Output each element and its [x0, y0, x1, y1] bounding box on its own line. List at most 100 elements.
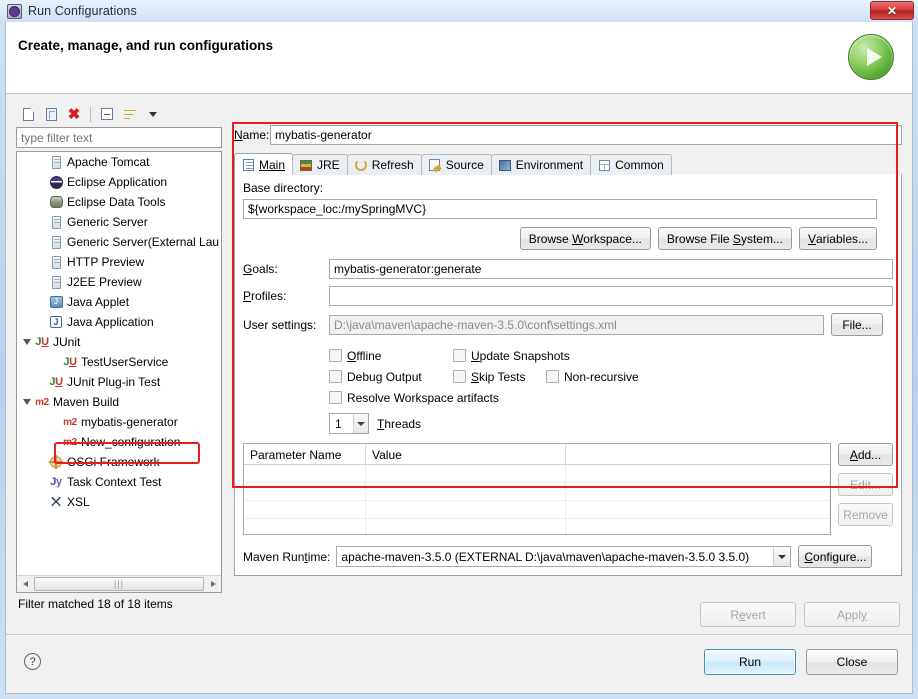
variables-button[interactable]: Variables... — [798, 227, 877, 250]
help-icon[interactable]: ? — [24, 653, 41, 670]
delete-configuration-icon[interactable]: ✖ — [64, 104, 84, 124]
non-recursive-checkbox[interactable] — [546, 370, 559, 383]
tree-item-label: HTTP Preview — [67, 255, 145, 269]
new-configuration-icon[interactable] — [18, 104, 38, 124]
browse-file-system-button[interactable]: Browse File System... — [657, 227, 792, 250]
tree-toolbar: ✖ — [16, 102, 228, 126]
table-row[interactable] — [244, 483, 830, 501]
junit-icon: JU — [63, 356, 77, 368]
revert-apply-group: Re vert Appl y — [700, 602, 900, 627]
refresh-tab-icon — [354, 159, 368, 172]
junit-plugin-icon: JU — [49, 376, 63, 388]
server-icon — [47, 155, 65, 169]
tree-item-label: Generic Server — [67, 215, 148, 229]
source-tab-icon — [428, 159, 442, 172]
column-header-parameter-name[interactable]: Parameter Name — [244, 444, 366, 465]
checkbox-row-2: Debug Output Skip Tests Non-recursive — [329, 366, 893, 387]
parameters-table-body — [244, 465, 830, 534]
tree-item-apache-tomcat[interactable]: Apache Tomcat — [17, 152, 221, 172]
run-button[interactable]: Run — [704, 649, 796, 675]
configure-button[interactable]: Configure... — [798, 545, 873, 568]
resolve-workspace-artifacts-checkbox[interactable] — [329, 391, 342, 404]
tab-common[interactable]: Common — [590, 154, 672, 175]
tree-item-junit[interactable]: JU JUnit — [17, 332, 221, 352]
threads-spinner[interactable]: 1 — [329, 413, 369, 434]
table-row[interactable] — [244, 465, 830, 483]
tree-item-label: Eclipse Data Tools — [67, 195, 166, 209]
tree-item-generic-server[interactable]: Generic Server — [17, 212, 221, 232]
threads-dropdown-icon[interactable] — [353, 414, 368, 433]
configurations-tree[interactable]: Apache Tomcat Eclipse Application Eclipse … — [16, 151, 222, 593]
tree-item-label: Java Applet — [67, 295, 130, 309]
user-settings-label: User settings: — [243, 317, 317, 332]
tree-item-http-preview[interactable]: HTTP Preview — [17, 252, 221, 272]
add-parameter-button[interactable]: Add... — [838, 443, 893, 466]
filter-icon[interactable] — [120, 104, 140, 124]
tree-item-maven-build[interactable]: m2 Maven Build — [17, 392, 221, 412]
base-directory-input[interactable]: ${workspace_loc:/mySpringMVC} — [243, 199, 877, 219]
tab-environment[interactable]: Environment — [490, 154, 592, 175]
tree-item-eclipse-data-tools[interactable]: Eclipse Data Tools — [17, 192, 221, 212]
tree-item-j2ee-preview[interactable]: J2EE Preview — [17, 272, 221, 292]
goals-input[interactable]: mybatis-generator:generate — [329, 259, 893, 279]
dialog-client-area: Create, manage, and run configurations ✖… — [5, 22, 913, 694]
skip-tests-checkbox[interactable] — [453, 370, 466, 383]
maven-runtime-combobox[interactable]: apache-maven-3.5.0 (EXTERNAL D:\java\mav… — [336, 546, 792, 567]
skip-tests-label: Skip Tests — [471, 369, 526, 384]
tab-jre[interactable]: JRE — [292, 154, 348, 175]
chevron-down-icon[interactable] — [773, 547, 791, 566]
name-input[interactable] — [270, 125, 902, 145]
m2-icon: m2 — [63, 436, 77, 448]
tree-item-label: Apache Tomcat — [67, 155, 150, 169]
profiles-input[interactable] — [329, 286, 893, 306]
scroll-right-icon[interactable] — [205, 577, 221, 592]
close-window-button[interactable]: ✕ — [870, 1, 914, 20]
table-row[interactable] — [244, 501, 830, 519]
scroll-left-icon[interactable] — [17, 577, 33, 592]
parameters-table[interactable]: Parameter Name Value — [243, 443, 831, 535]
tab-label: Refresh — [371, 158, 414, 172]
update-snapshots-checkbox[interactable] — [453, 349, 466, 362]
collapse-all-icon[interactable] — [97, 104, 117, 124]
user-settings-file-button[interactable]: File... — [831, 313, 883, 336]
tree-item-task-context-test[interactable]: Jy Task Context Test — [17, 472, 221, 492]
tree-item-osgi-framework[interactable]: OSGi Framework — [17, 452, 221, 472]
tab-label: Main — [259, 157, 286, 172]
tree-item-label: JUnit Plug-in Test — [67, 375, 161, 389]
offline-label: Offline — [347, 348, 382, 363]
filter-input[interactable] — [16, 127, 222, 148]
tree-item-xsl[interactable]: ⨉ XSL — [17, 492, 221, 512]
tree-item-new-configuration[interactable]: m2 New_configuration — [17, 432, 221, 452]
tree-item-junit-plug-in-test[interactable]: JU JUnit Plug-in Test — [17, 372, 221, 392]
tree-item-eclipse-application[interactable]: Eclipse Application — [17, 172, 221, 192]
jy-icon: Jy — [50, 476, 62, 488]
tree-item-java-applet[interactable]: J Java Applet — [17, 292, 221, 312]
tree-item-mybatis-generator[interactable]: m2 mybatis-generator — [17, 412, 221, 432]
name-label: Name: — [234, 128, 270, 142]
main-tab-icon — [241, 158, 255, 171]
table-row[interactable] — [244, 519, 830, 534]
server-icon — [47, 215, 65, 229]
scrollbar-thumb[interactable]: ||| — [34, 577, 204, 591]
tree-item-label: JUnit — [53, 335, 81, 349]
expand-collapse-icon[interactable] — [21, 399, 33, 405]
tab-refresh[interactable]: Refresh — [346, 154, 422, 175]
browse-workspace-button[interactable]: Browse Workspace... — [519, 227, 651, 250]
user-settings-input[interactable]: D:\java\maven\apache-maven-3.5.0\conf\se… — [329, 314, 824, 335]
tree-item-testuserservice[interactable]: JU TestUserService — [17, 352, 221, 372]
view-menu-caret-icon[interactable] — [143, 104, 163, 124]
tab-main[interactable]: Main — [234, 153, 294, 175]
expand-collapse-icon[interactable] — [21, 339, 33, 345]
column-header-value[interactable]: Value — [366, 444, 566, 465]
close-button[interactable]: Close — [806, 649, 898, 675]
offline-checkbox[interactable] — [329, 349, 342, 362]
configuration-editor-panel: Name: Main JRE Refresh Source Environment Com… — [234, 124, 902, 594]
window-title: Run Configurations — [28, 4, 137, 18]
tree-item-java-application[interactable]: J Java Application — [17, 312, 221, 332]
tab-source[interactable]: Source — [420, 154, 492, 175]
debug-output-checkbox[interactable] — [329, 370, 342, 383]
checkbox-row-3: Resolve Workspace artifacts — [329, 387, 893, 408]
tree-item-generic-server-external-lau[interactable]: Generic Server(External Lau — [17, 232, 221, 252]
tree-horizontal-scrollbar[interactable]: ||| — [17, 575, 221, 592]
duplicate-configuration-icon[interactable] — [41, 104, 61, 124]
